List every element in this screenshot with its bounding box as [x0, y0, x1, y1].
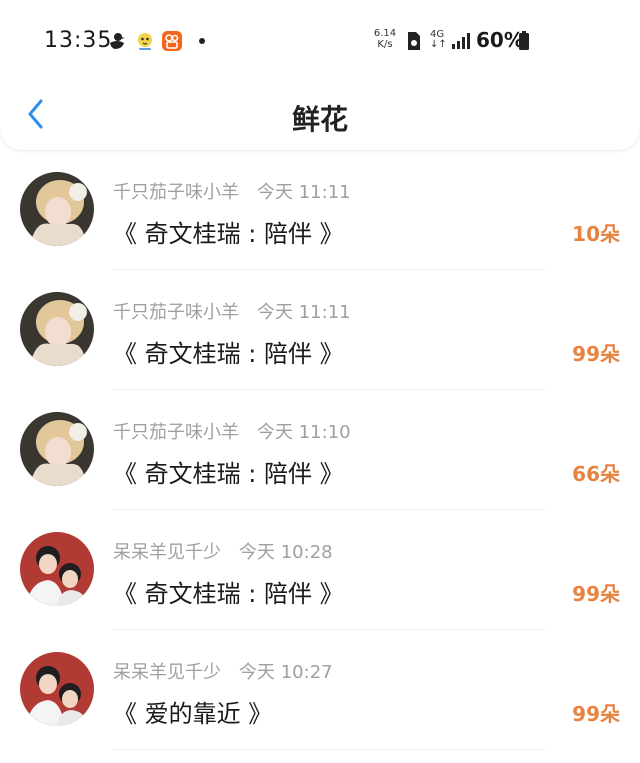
gift-meta: 呆呆羊见千少 今天 10:28: [113, 538, 333, 564]
flower-count: 10朵: [572, 222, 620, 246]
page-title: 鲜花: [291, 103, 348, 136]
avatar[interactable]: [20, 652, 94, 726]
navigation-bar: 鲜花: [0, 86, 640, 142]
divider: [113, 749, 545, 750]
battery-icon: [517, 30, 531, 52]
list-item[interactable]: 呆呆羊见千少 今天 10:28 《 奇文桂瑞 : 陪伴 》 99朵: [0, 510, 640, 630]
more-notifications-dot-icon: [197, 30, 207, 52]
gift-meta: 呆呆羊见千少 今天 10:27: [113, 658, 333, 684]
sender-name[interactable]: 千只茄子味小羊: [113, 422, 239, 443]
work-title[interactable]: 《 爱的靠近 》: [113, 694, 272, 729]
status-bar: 13:35 6.14 K/s 4G ↓↑ 60%: [0, 0, 640, 80]
gift-meta: 千只茄子味小羊 今天 11:11: [113, 298, 351, 324]
network-speed: 6.14 K/s: [370, 28, 400, 50]
avatar[interactable]: [20, 292, 94, 366]
gift-time: 今天 10:28: [239, 542, 333, 563]
gift-time: 今天 11:11: [257, 182, 351, 203]
flower-count: 99朵: [572, 582, 620, 606]
network-speed-value: 6.14: [373, 28, 397, 39]
gift-time: 今天 11:10: [257, 422, 351, 443]
duck-notification-icon: [106, 30, 128, 52]
signal-strength-icon: [450, 30, 472, 52]
kuaishou-notification-icon: [160, 30, 184, 52]
avatar[interactable]: [20, 412, 94, 486]
work-title[interactable]: 《 奇文桂瑞 : 陪伴 》: [113, 454, 344, 489]
sim-card-icon: [404, 30, 424, 52]
sender-name[interactable]: 呆呆羊见千少: [113, 662, 221, 683]
gift-time: 今天 10:27: [239, 662, 333, 683]
work-title[interactable]: 《 奇文桂瑞 : 陪伴 》: [113, 214, 344, 249]
sender-name[interactable]: 千只茄子味小羊: [113, 302, 239, 323]
work-title[interactable]: 《 奇文桂瑞 : 陪伴 》: [113, 574, 344, 609]
flower-count: 99朵: [572, 702, 620, 726]
gift-list: 千只茄子味小羊 今天 11:11 《 奇文桂瑞 : 陪伴 》 10朵 千只茄子味小…: [0, 150, 640, 750]
top-header-area: 13:35 6.14 K/s 4G ↓↑ 60% 鲜花: [0, 0, 640, 150]
app-notification-icon: [134, 30, 156, 52]
status-time: 13:35: [44, 28, 113, 53]
avatar[interactable]: [20, 532, 94, 606]
network-speed-unit: K/s: [377, 39, 393, 50]
list-item[interactable]: 呆呆羊见千少 今天 10:27 《 爱的靠近 》 99朵: [0, 630, 640, 750]
gift-time: 今天 11:11: [257, 302, 351, 323]
data-arrows-icon: ↓↑: [430, 39, 447, 50]
list-item[interactable]: 千只茄子味小羊 今天 11:11 《 奇文桂瑞 : 陪伴 》 99朵: [0, 270, 640, 390]
sender-name[interactable]: 千只茄子味小羊: [113, 182, 239, 203]
gift-meta: 千只茄子味小羊 今天 11:11: [113, 178, 351, 204]
network-type: 4G ↓↑: [430, 30, 447, 50]
avatar[interactable]: [20, 172, 94, 246]
sender-name[interactable]: 呆呆羊见千少: [113, 542, 221, 563]
flower-count: 99朵: [572, 342, 620, 366]
list-item[interactable]: 千只茄子味小羊 今天 11:10 《 奇文桂瑞 : 陪伴 》 66朵: [0, 390, 640, 510]
work-title[interactable]: 《 奇文桂瑞 : 陪伴 》: [113, 334, 344, 369]
gift-meta: 千只茄子味小羊 今天 11:10: [113, 418, 351, 444]
list-item[interactable]: 千只茄子味小羊 今天 11:11 《 奇文桂瑞 : 陪伴 》 10朵: [0, 150, 640, 270]
flower-count: 66朵: [572, 462, 620, 486]
